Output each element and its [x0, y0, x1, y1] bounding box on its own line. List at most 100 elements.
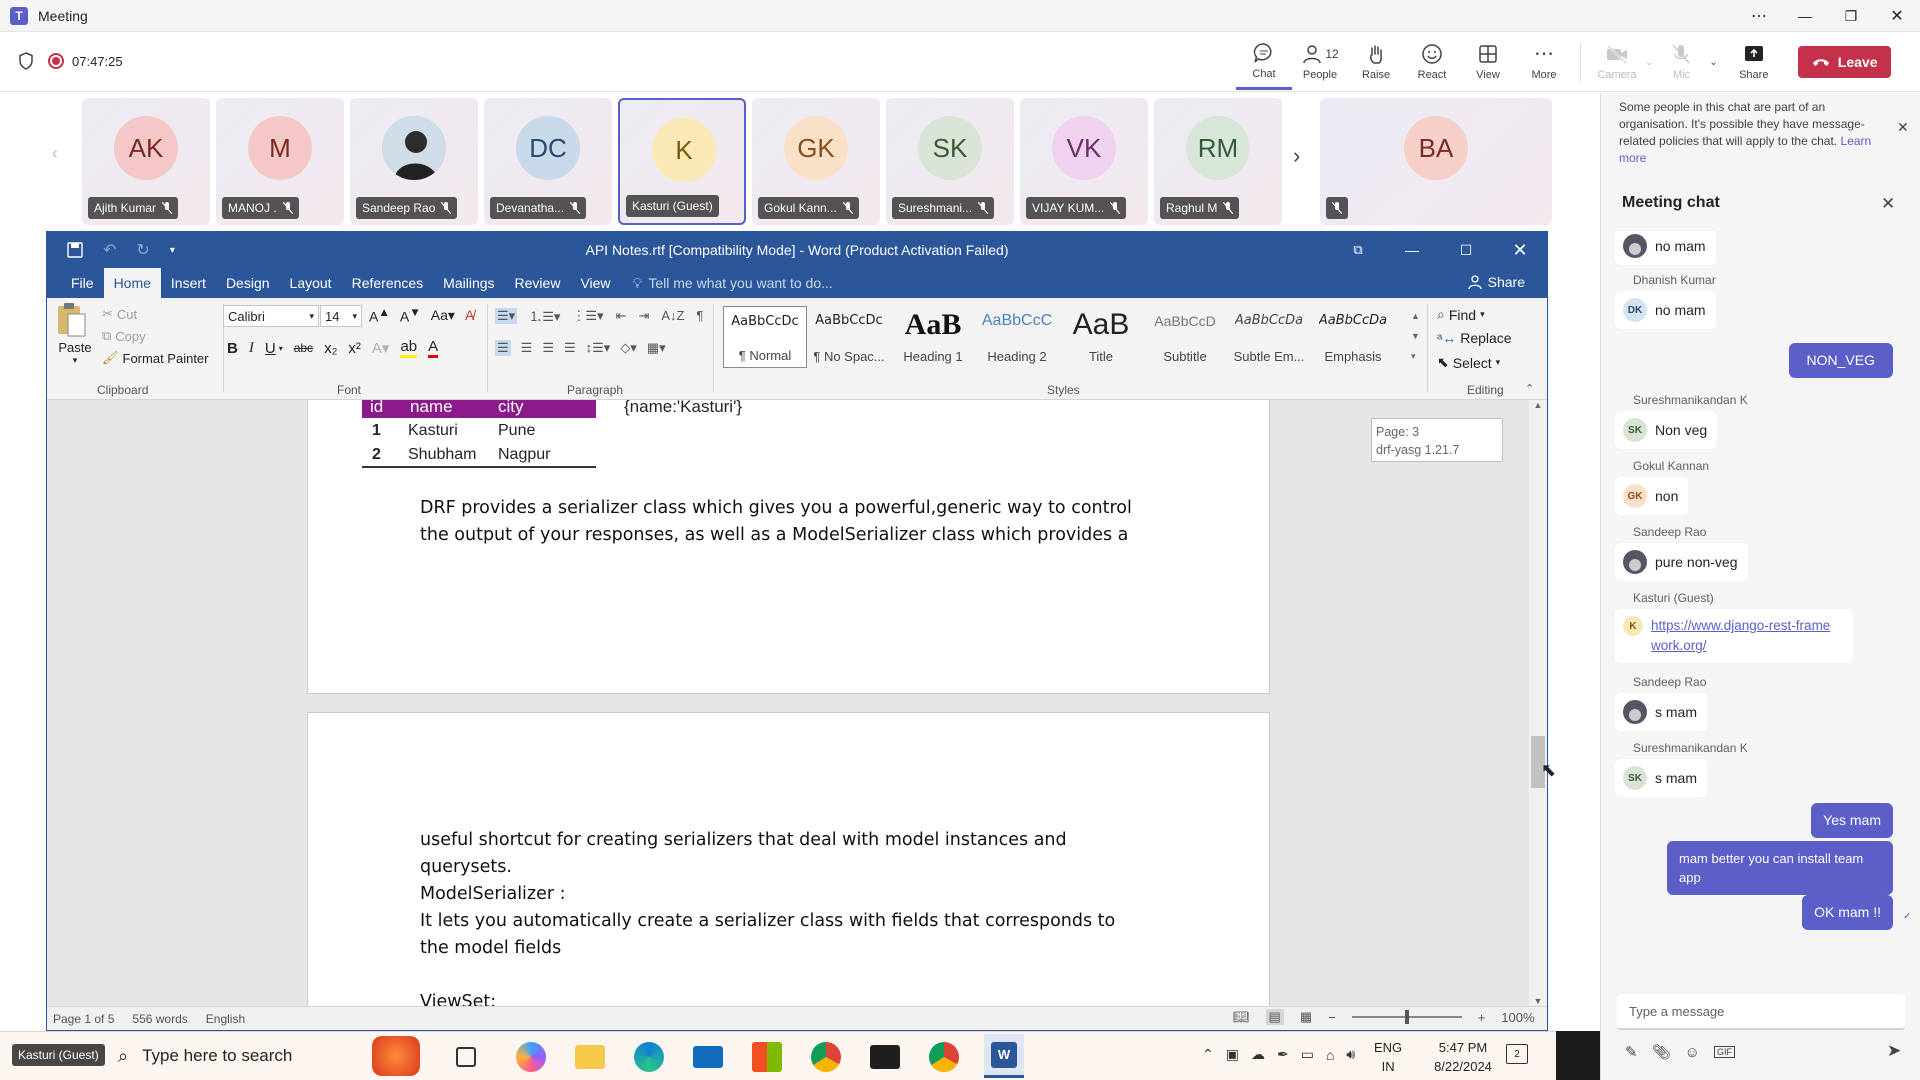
chat-button[interactable]: Chat: [1236, 34, 1292, 90]
volume-icon[interactable]: 🔊︎: [1346, 1046, 1355, 1063]
participant-tile[interactable]: M MANOJ .: [216, 98, 344, 225]
raise-hand-button[interactable]: Raise: [1348, 34, 1404, 90]
network-icon[interactable]: ⌂: [1326, 1047, 1334, 1063]
numbering-icon[interactable]: ⒈☰▾: [529, 306, 560, 325]
tell-me-box[interactable]: 💡︎ Tell me what you want to do...: [633, 275, 833, 292]
dismiss-notice-icon[interactable]: ✕: [1897, 119, 1909, 136]
zoom-in-icon[interactable]: +: [1478, 1010, 1486, 1025]
style-4[interactable]: AaB Title: [1059, 306, 1143, 368]
people-button[interactable]: 12 People: [1292, 34, 1348, 90]
clear-formatting-icon[interactable]: A̸: [465, 307, 474, 323]
cut-button[interactable]: ✂ Cut: [102, 306, 137, 322]
highlight-icon[interactable]: ab: [400, 338, 418, 358]
mic-chevron-icon[interactable]: ⌄: [1709, 57, 1717, 68]
participant-tile[interactable]: DC Devanatha...: [484, 98, 612, 225]
participant-tile[interactable]: RM Raghul M: [1154, 98, 1282, 225]
zoom-slider[interactable]: [1351, 1010, 1462, 1024]
style-2[interactable]: AaB Heading 1: [891, 306, 975, 368]
change-case-icon[interactable]: Aa▾: [431, 307, 455, 324]
decrease-indent-icon[interactable]: ⇤: [616, 308, 627, 324]
style-5[interactable]: AaBbCcD Subtitle: [1143, 306, 1227, 368]
font-color-icon[interactable]: A: [428, 338, 439, 358]
sort-icon[interactable]: A↓Z: [661, 308, 684, 323]
view-button[interactable]: View: [1460, 34, 1516, 90]
replace-button[interactable]: ᵃ↔ Replace: [1437, 330, 1512, 346]
styles-scroll[interactable]: ▲ ▼ ▾: [1411, 306, 1420, 366]
camera-chevron-icon[interactable]: ⌄: [1645, 57, 1653, 68]
react-button[interactable]: React: [1404, 34, 1460, 90]
participant-tile[interactable]: GK Gokul Kann...: [752, 98, 880, 225]
message-link[interactable]: https://www.django-rest-framework.org/: [1651, 616, 1837, 656]
align-left-icon[interactable]: ☰: [495, 340, 511, 356]
participant-tile[interactable]: SK Sureshmani...: [886, 98, 1014, 225]
style-3[interactable]: AaBbCcC Heading 2: [975, 306, 1059, 368]
strip-right-chevron-icon[interactable]: ›: [1293, 143, 1300, 169]
shrink-font-icon[interactable]: A▼: [400, 306, 421, 325]
word-close-button[interactable]: ✕: [1493, 240, 1547, 261]
task-view-icon[interactable]: [456, 1047, 476, 1067]
battery-icon[interactable]: ▭: [1301, 1046, 1314, 1063]
style-0[interactable]: AaBbCcDc ¶ Normal: [723, 306, 807, 368]
send-icon[interactable]: ➤: [1887, 1041, 1901, 1061]
paste-button[interactable]: Paste ▾: [55, 302, 95, 366]
ribbon-tab-view[interactable]: View: [570, 268, 620, 298]
justify-icon[interactable]: ☰: [564, 340, 576, 356]
emoji-icon[interactable]: ☺: [1685, 1044, 1700, 1061]
zoom-level[interactable]: 100%: [1501, 1010, 1534, 1025]
chrome-profile-icon[interactable]: [929, 1042, 959, 1072]
format-painter-button[interactable]: 🖌︎ Format Painter: [102, 350, 209, 366]
subscript-icon[interactable]: x₂: [324, 340, 337, 357]
ribbon-tab-file[interactable]: File: [61, 268, 104, 298]
close-button[interactable]: ✕: [1874, 6, 1920, 26]
attach-icon[interactable]: 📎︎: [1652, 1043, 1671, 1061]
minimize-button[interactable]: —: [1782, 8, 1828, 24]
borders-icon[interactable]: ▦▾: [647, 340, 666, 356]
ribbon-tab-review[interactable]: Review: [505, 268, 571, 298]
word-count[interactable]: 556 words: [132, 1012, 187, 1026]
store-icon[interactable]: [752, 1042, 782, 1072]
font-name-select[interactable]: Calibri ▾: [223, 305, 319, 327]
more-button[interactable]: ⋯ More: [1516, 34, 1572, 90]
input-language[interactable]: ENG IN: [1374, 1038, 1402, 1076]
participant-tile[interactable]: K Kasturi (Guest): [618, 98, 746, 225]
copilot-icon[interactable]: [516, 1042, 546, 1072]
web-layout-icon[interactable]: ▦: [1300, 1009, 1312, 1025]
select-button[interactable]: ⬉ Select ▾: [1437, 354, 1500, 371]
chrome-icon[interactable]: [811, 1042, 841, 1072]
strikethrough-icon[interactable]: abc: [294, 341, 313, 355]
style-1[interactable]: AaBbCcDc ¶ No Spac...: [807, 306, 891, 368]
ribbon-display-options-icon[interactable]: ⧉: [1331, 242, 1385, 258]
share-button[interactable]: Share: [1726, 34, 1782, 90]
meet-now-icon[interactable]: ▣: [1226, 1046, 1239, 1063]
collapse-ribbon-icon[interactable]: ⌃: [1525, 382, 1534, 395]
word-taskbar-icon[interactable]: W: [984, 1034, 1024, 1078]
format-icon[interactable]: ✎: [1625, 1043, 1638, 1061]
style-6[interactable]: AaBbCcDa Subtle Em...: [1227, 306, 1311, 368]
participant-tile[interactable]: AK Ajith Kumar: [82, 98, 210, 225]
participant-tile-extra[interactable]: BA: [1320, 98, 1552, 225]
strip-left-chevron-icon[interactable]: ‹: [52, 143, 58, 164]
gif-icon[interactable]: GIF: [1713, 1046, 1735, 1058]
search-highlight-icon[interactable]: [372, 1036, 420, 1076]
ribbon-tab-references[interactable]: References: [342, 268, 434, 298]
bold-icon[interactable]: B: [227, 340, 238, 357]
close-chat-icon[interactable]: ✕: [1881, 194, 1895, 214]
ribbon-tab-home[interactable]: Home: [103, 268, 161, 298]
compose-box[interactable]: Type a message: [1617, 994, 1905, 1030]
increase-indent-icon[interactable]: ⇥: [638, 308, 649, 324]
line-spacing-icon[interactable]: ↕☰▾: [586, 340, 611, 356]
word-minimize-button[interactable]: —: [1385, 242, 1439, 258]
ribbon-tab-layout[interactable]: Layout: [280, 268, 342, 298]
vertical-scrollbar[interactable]: ▲ ▼: [1529, 400, 1547, 1006]
font-size-select[interactable]: 14 ▾: [320, 305, 362, 327]
bullets-icon[interactable]: ☰▾: [495, 307, 518, 324]
ribbon-tab-insert[interactable]: Insert: [161, 268, 216, 298]
edge-icon[interactable]: [634, 1042, 664, 1072]
participant-tile[interactable]: Sandeep Rao: [350, 98, 478, 225]
copy-button[interactable]: ⧉ Copy: [102, 328, 146, 344]
ribbon-tab-mailings[interactable]: Mailings: [433, 268, 504, 298]
participant-tile[interactable]: VK VIJAY KUM...: [1020, 98, 1148, 225]
zoom-out-icon[interactable]: −: [1328, 1010, 1336, 1025]
file-explorer-icon[interactable]: [575, 1045, 605, 1069]
mail-icon[interactable]: [693, 1046, 723, 1068]
